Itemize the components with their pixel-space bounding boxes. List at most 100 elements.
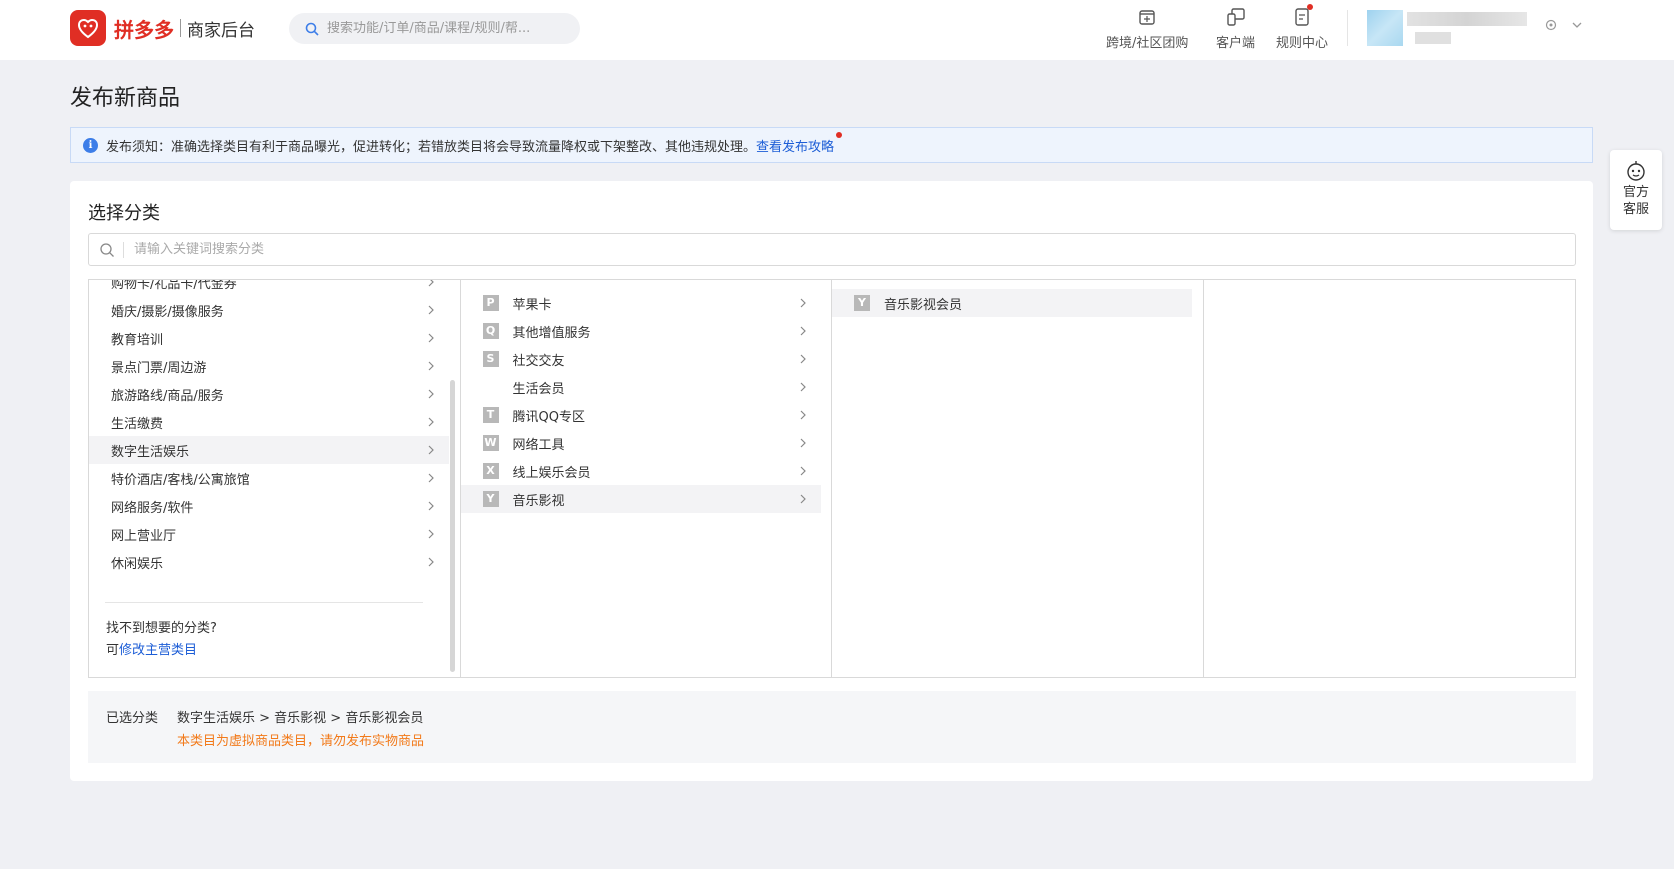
category-item[interactable]: Y 音乐影视会员 [832,289,1192,317]
category-label: 旅游路线/商品/服务 [111,388,224,404]
help-prefix: 可 [106,643,120,658]
logo[interactable]: 拼多多 商家后台 [70,10,255,46]
chevron-right-icon [800,354,806,364]
nav-label: 客户端 [1216,36,1256,51]
index-letter-badge: Y [482,491,499,507]
chevron-right-icon [800,326,806,336]
index-letter-badge: W [482,435,499,451]
nav-cross-border[interactable]: 跨境/社区团购 [1106,6,1188,51]
index-letter-badge [483,379,499,395]
info-icon: i [83,137,98,153]
category-column-level4 [1204,280,1576,677]
search-icon [100,242,114,257]
brand-subtitle: 商家后台 [187,20,255,41]
search-divider [123,241,124,258]
publish-notice: i 发布须知：准确选择类目有利于商品曝光，促进转化；若错放类目将会导致流量降权或… [70,127,1593,163]
category-item[interactable]: 购物卡/礼品卡/代金券 [89,280,449,296]
level1-list: 购物卡/礼品卡/代金券婚庆/摄影/摄像服务 教育培训景点门票/周边游旅游路线/商品… [89,280,449,576]
chevron-down-icon[interactable] [1570,18,1584,32]
level2-list: P 苹果卡 Q 其他增值服务 S 社交交友 生活会员 T 腾讯QQ专区 W 网络工具 X 线上娱乐会员 Y… [460,289,821,513]
category-item[interactable]: 教育培训 [89,324,449,352]
category-label: 数字生活娱乐 [111,444,190,460]
chevron-right-icon [428,501,434,511]
official-support-button[interactable]: 官方 客服 [1610,150,1662,230]
category-label: 腾讯QQ专区 [512,409,585,425]
category-item[interactable]: S 社交交友 [461,345,821,373]
chevron-right-icon [428,389,434,399]
category-item[interactable]: 休闲娱乐 [89,548,449,576]
category-label: 网络服务/软件 [111,500,194,516]
category-search[interactable] [88,233,1576,266]
chevron-right-icon [428,333,434,343]
category-label: 生活缴费 [111,416,164,432]
support-robot-icon [1627,161,1645,181]
global-search[interactable] [289,13,580,44]
category-item[interactable]: 婚庆/摄影/摄像服务 [89,296,449,324]
notice-text: 发布须知：准确选择类目有利于商品曝光，促进转化；若错放类目将会导致流量降权或下架… [106,139,757,155]
index-letter-badge: P [482,295,499,311]
category-item[interactable]: 景点门票/周边游 [89,352,449,380]
chevron-right-icon [428,473,434,483]
nav-client[interactable]: 客户端 [1216,6,1255,51]
document-icon [1291,4,1313,28]
category-label: 网络工具 [512,437,565,453]
index-letter-badge: Y [854,295,870,311]
user-account[interactable] [1367,10,1567,46]
category-label: 景点门票/周边游 [111,360,207,376]
category-item[interactable]: 生活缴费 [89,408,449,436]
pinduoduo-logo-icon [70,10,106,46]
shop-name-blurred [1407,12,1527,26]
chevron-right-icon [428,280,434,287]
category-label: 购物卡/礼品卡/代金券 [111,280,237,292]
chevron-right-icon [428,445,434,455]
category-card: 选择分类 购物卡/礼品卡/代金券婚庆/摄影/摄像服务教育培训景点门票/周边游旅游… [70,181,1593,781]
category-item[interactable]: T 腾讯QQ专区 [461,401,821,429]
category-label: 休闲娱乐 [111,556,164,572]
top-header: 拼多多 商家后台 跨境/社区团购 客户端 规则中心 [0,0,1674,60]
notification-dot [836,131,843,138]
category-search-input[interactable] [134,242,1434,257]
scrollbar[interactable] [450,380,455,672]
section-title: 选择分类 [88,203,160,224]
category-columns: 购物卡/礼品卡/代金券婚庆/摄影/摄像服务 教育培训景点门票/周边游旅游路线/商品… [88,279,1576,678]
chevron-right-icon [428,557,434,567]
avatar [1367,10,1403,46]
modify-main-category-link[interactable]: 修改主营类目 [119,643,197,658]
divider [105,602,423,603]
store-icon [1136,6,1158,28]
category-label: 特价酒店/客栈/公寓旅馆 [111,472,250,488]
category-item[interactable]: 旅游路线/商品/服务 [89,380,449,408]
category-column-level3: Y 音乐影视会员 [832,280,1204,677]
category-item[interactable]: 生活会员 [461,373,821,401]
selected-category-panel: 已选分类 数字生活娱乐 > 音乐影视 > 音乐影视会员 本类目为虚拟商品类目，请… [88,691,1576,763]
category-item[interactable]: P 苹果卡 [461,289,821,317]
level3-list: Y 音乐影视会员 [832,289,1192,317]
category-item[interactable]: 网络服务/软件 [89,492,449,520]
settings-icon[interactable] [1544,18,1558,32]
chevron-right-icon [800,382,806,392]
category-item[interactable]: Y 音乐影视 [460,485,821,513]
publish-guide-link[interactable]: 查看发布攻略 [756,131,843,155]
category-item[interactable]: W 网络工具 [461,429,821,457]
support-label-1: 官方 [1622,185,1649,200]
nav-rules-center[interactable]: 规则中心 [1276,4,1329,51]
category-column-level2: P 苹果卡 Q 其他增值服务 S 社交交友 生活会员 T 腾讯QQ专区 W 网络工具 X 线上娱乐会员 Y… [460,280,832,677]
category-item[interactable]: Q 其他增值服务 [461,317,821,345]
category-label: 社交交友 [512,353,565,369]
category-item[interactable]: 数字生活娱乐 [89,436,449,464]
category-label: 其他增值服务 [512,325,591,341]
nav-label: 规则中心 [1276,36,1329,51]
category-item[interactable]: X 线上娱乐会员 [461,457,821,485]
support-label-2: 客服 [1622,202,1649,217]
index-letter-badge: T [482,407,499,423]
category-label: 线上娱乐会员 [512,465,591,481]
nav-label: 跨境/社区团购 [1106,36,1189,51]
selected-path: 数字生活娱乐 > 音乐影视 > 音乐影视会员 [177,711,424,726]
notification-dot [1307,4,1313,10]
global-search-input[interactable] [327,21,557,36]
chevron-right-icon [800,438,806,448]
chevron-right-icon [800,494,806,504]
category-item[interactable]: 特价酒店/客栈/公寓旅馆 [89,464,449,492]
category-item[interactable]: 网上营业厅 [89,520,449,548]
page-title: 发布新商品 [70,86,181,111]
